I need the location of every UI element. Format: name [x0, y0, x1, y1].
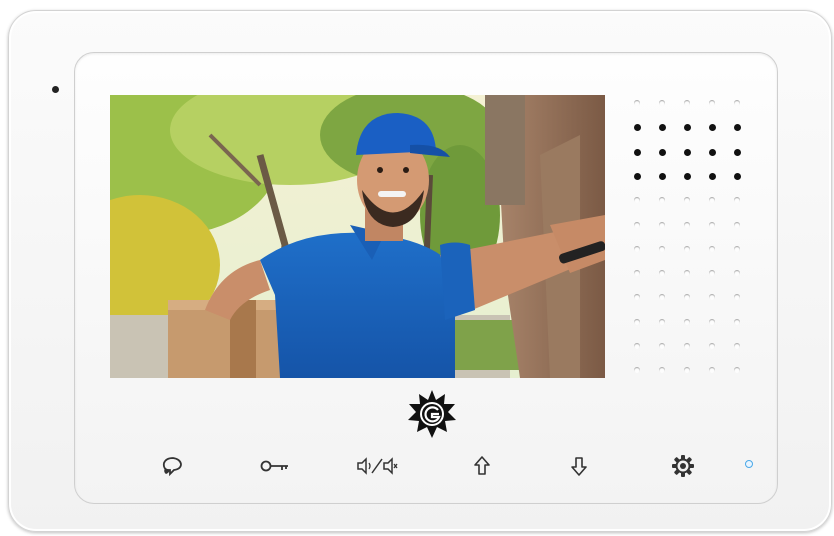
video-screen[interactable] — [110, 95, 605, 378]
speaker-hole — [659, 124, 666, 132]
speaker-hole — [684, 367, 690, 374]
speaker-hole — [684, 172, 691, 180]
speaker-hole — [684, 148, 691, 156]
intercom-button[interactable] — [157, 452, 189, 480]
video-feed-image — [110, 95, 605, 378]
speaker-hole — [634, 197, 640, 204]
speaker-hole — [659, 197, 665, 204]
speaker-hole — [709, 343, 715, 349]
chat-bubble-icon — [162, 457, 182, 476]
speaker-hole — [709, 172, 716, 180]
speaker-hole — [734, 343, 740, 349]
camera-sensor — [52, 86, 59, 93]
speaker-hole — [684, 343, 690, 349]
speaker-hole — [659, 343, 665, 349]
down-button[interactable] — [563, 452, 595, 480]
speaker-hole — [734, 172, 741, 180]
mute-button[interactable] — [355, 452, 399, 480]
speaker-hole — [709, 294, 715, 301]
up-button[interactable] — [466, 452, 498, 480]
speaker-hole — [634, 245, 640, 252]
speaker-hole — [659, 100, 665, 106]
arrow-up-icon — [474, 456, 490, 475]
speaker-hole — [634, 318, 640, 325]
speaker-hole — [684, 100, 690, 106]
speaker-hole — [634, 221, 640, 228]
speaker-hole — [734, 221, 740, 228]
speaker-hole — [709, 318, 715, 325]
speaker-hole — [684, 270, 690, 277]
speaker-hole — [659, 270, 665, 277]
gear-icon — [672, 455, 694, 477]
speaker-hole — [659, 245, 665, 252]
speaker-hole — [659, 172, 666, 180]
speaker-hole — [659, 221, 665, 228]
speaker-hole — [634, 343, 640, 349]
speaker-hole — [709, 148, 716, 156]
speaker-hole — [709, 245, 715, 252]
speaker-hole — [659, 294, 665, 301]
key-icon — [260, 460, 288, 472]
speaker-hole — [634, 294, 640, 301]
speaker-hole — [734, 270, 740, 277]
speaker-hole — [684, 221, 690, 228]
speaker-hole — [709, 197, 715, 204]
speaker-hole — [734, 318, 740, 325]
speaker-hole — [709, 100, 715, 106]
speaker-hole — [734, 367, 740, 374]
speaker-hole — [684, 197, 690, 204]
speaker-hole — [709, 367, 715, 374]
speaker-grille — [630, 96, 750, 402]
speaker-hole — [634, 100, 640, 106]
speaker-hole — [684, 124, 691, 132]
speaker-hole — [634, 367, 640, 374]
brand-sun-logo-icon — [408, 390, 456, 438]
speaker-hole — [634, 172, 641, 180]
mute-toggle-icon — [357, 457, 398, 475]
speaker-hole — [684, 318, 690, 325]
unlock-button[interactable] — [259, 452, 291, 480]
speaker-hole — [634, 124, 641, 132]
speaker-hole — [734, 294, 740, 301]
status-led — [745, 460, 753, 468]
speaker-hole — [734, 148, 741, 156]
arrow-down-icon — [571, 457, 587, 476]
speaker-hole — [634, 270, 640, 277]
speaker-hole — [634, 148, 641, 156]
speaker-hole — [709, 270, 715, 277]
speaker-hole — [709, 221, 715, 228]
settings-button[interactable] — [667, 452, 699, 480]
speaker-hole — [684, 294, 690, 301]
speaker-hole — [659, 148, 666, 156]
speaker-hole — [709, 124, 716, 132]
speaker-hole — [684, 245, 690, 252]
speaker-hole — [734, 124, 741, 132]
speaker-hole — [659, 318, 665, 325]
speaker-hole — [734, 245, 740, 252]
speaker-hole — [659, 367, 665, 374]
speaker-hole — [734, 100, 740, 106]
speaker-hole — [734, 197, 740, 204]
